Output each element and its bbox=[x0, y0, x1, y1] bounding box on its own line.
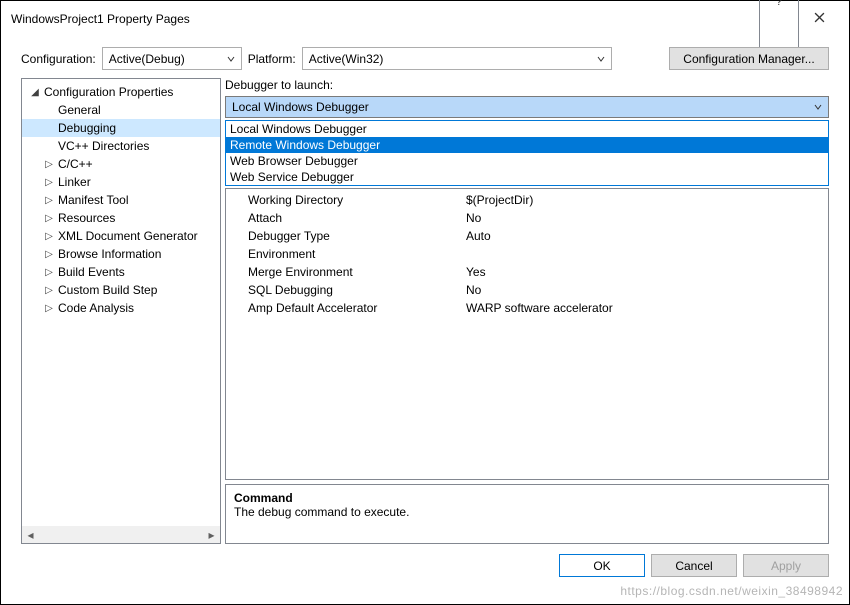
property-name: SQL Debugging bbox=[226, 283, 466, 297]
configuration-manager-button[interactable]: Configuration Manager... bbox=[669, 47, 829, 70]
tree-item[interactable]: ▷Manifest Tool bbox=[22, 191, 220, 209]
help-text: The debug command to execute. bbox=[234, 505, 820, 519]
expand-icon: ▷ bbox=[42, 213, 56, 224]
property-name: Amp Default Accelerator bbox=[226, 301, 466, 315]
titlebar: WindowsProject1 Property Pages ? bbox=[1, 1, 849, 37]
expand-icon: ▷ bbox=[42, 285, 56, 296]
tree-pane: ◢Configuration Properties▷General▷Debugg… bbox=[21, 78, 221, 544]
property-name: Working Directory bbox=[226, 193, 466, 207]
configuration-select[interactable]: Active(Debug) bbox=[102, 47, 242, 70]
tree-item[interactable]: ▷Code Analysis bbox=[22, 299, 220, 317]
tree-item[interactable]: ▷Build Events bbox=[22, 263, 220, 281]
watermark: https://blog.csdn.net/weixin_38498942 bbox=[620, 584, 843, 598]
property-value[interactable]: Yes bbox=[466, 265, 828, 279]
expand-icon: ▷ bbox=[42, 195, 56, 206]
property-value[interactable]: WARP software accelerator bbox=[466, 301, 828, 315]
property-row[interactable]: Working Directory$(ProjectDir) bbox=[226, 191, 828, 209]
apply-button[interactable]: Apply bbox=[743, 554, 829, 577]
tree-item[interactable]: ▷VC++ Directories bbox=[22, 137, 220, 155]
svg-text:?: ? bbox=[775, 0, 781, 7]
footer: OK Cancel Apply bbox=[1, 544, 849, 577]
window-title: WindowsProject1 Property Pages bbox=[11, 12, 759, 26]
property-row[interactable]: Merge EnvironmentYes bbox=[226, 263, 828, 281]
property-grid: Working Directory$(ProjectDir)AttachNoDe… bbox=[225, 188, 829, 480]
property-name: Attach bbox=[226, 211, 466, 225]
tree-item[interactable]: ▷Browse Information bbox=[22, 245, 220, 263]
close-icon[interactable] bbox=[799, 12, 839, 26]
chevron-down-icon bbox=[227, 52, 235, 66]
tree-root[interactable]: ◢Configuration Properties bbox=[22, 83, 220, 101]
config-row: Configuration: Active(Debug) Platform: A… bbox=[1, 37, 849, 78]
property-row[interactable]: SQL DebuggingNo bbox=[226, 281, 828, 299]
tree-item[interactable]: ▷Custom Build Step bbox=[22, 281, 220, 299]
property-name: Merge Environment bbox=[226, 265, 466, 279]
expand-icon: ▷ bbox=[42, 267, 56, 278]
tree-item[interactable]: ▷Resources bbox=[22, 209, 220, 227]
property-value[interactable]: No bbox=[466, 283, 828, 297]
tree-item[interactable]: ▷Debugging bbox=[22, 119, 220, 137]
property-value[interactable]: No bbox=[466, 211, 828, 225]
collapse-icon: ◢ bbox=[28, 87, 42, 98]
expand-icon: ▷ bbox=[42, 231, 56, 242]
property-row[interactable]: Amp Default AcceleratorWARP software acc… bbox=[226, 299, 828, 317]
cancel-button[interactable]: Cancel bbox=[651, 554, 737, 577]
dropdown-option[interactable]: Local Windows Debugger bbox=[226, 121, 828, 137]
platform-select[interactable]: Active(Win32) bbox=[302, 47, 612, 70]
tree-item[interactable]: ▷General bbox=[22, 101, 220, 119]
property-row[interactable]: Debugger TypeAuto bbox=[226, 227, 828, 245]
property-name: Environment bbox=[226, 247, 466, 261]
property-grid-body[interactable]: Working Directory$(ProjectDir)AttachNoDe… bbox=[226, 189, 828, 479]
property-value[interactable]: $(ProjectDir) bbox=[466, 193, 828, 207]
help-heading: Command bbox=[234, 491, 820, 505]
property-row[interactable]: Environment bbox=[226, 245, 828, 263]
scroll-left-icon[interactable]: ◂ bbox=[22, 526, 39, 543]
ok-button[interactable]: OK bbox=[559, 554, 645, 577]
right-pane: Debugger to launch: Local Windows Debugg… bbox=[225, 78, 829, 544]
tree-item[interactable]: ▷Linker bbox=[22, 173, 220, 191]
dropdown-option[interactable]: Web Browser Debugger bbox=[226, 153, 828, 169]
property-value[interactable]: Auto bbox=[466, 229, 828, 243]
debugger-launch-label: Debugger to launch: bbox=[225, 78, 829, 92]
expand-icon: ▷ bbox=[42, 303, 56, 314]
platform-label: Platform: bbox=[248, 52, 296, 66]
debugger-launch-combo[interactable]: Local Windows Debugger bbox=[225, 96, 829, 118]
help-icon[interactable]: ? bbox=[759, 0, 799, 49]
debugger-launch-value: Local Windows Debugger bbox=[232, 100, 369, 114]
chevron-down-icon bbox=[814, 100, 822, 114]
tree-item[interactable]: ▷C/C++ bbox=[22, 155, 220, 173]
horizontal-scrollbar[interactable]: ◂ ▸ bbox=[22, 526, 220, 543]
dropdown-option[interactable]: Remote Windows Debugger bbox=[226, 137, 828, 153]
expand-icon: ▷ bbox=[42, 249, 56, 260]
configuration-value: Active(Debug) bbox=[109, 52, 185, 66]
platform-value: Active(Win32) bbox=[309, 52, 384, 66]
tree-item[interactable]: ▷XML Document Generator bbox=[22, 227, 220, 245]
expand-icon: ▷ bbox=[42, 177, 56, 188]
expand-icon: ▷ bbox=[42, 159, 56, 170]
help-panel: Command The debug command to execute. bbox=[225, 484, 829, 544]
scroll-right-icon[interactable]: ▸ bbox=[203, 526, 220, 543]
chevron-down-icon bbox=[597, 52, 605, 66]
configuration-label: Configuration: bbox=[21, 52, 96, 66]
property-name: Debugger Type bbox=[226, 229, 466, 243]
content: ◢Configuration Properties▷General▷Debugg… bbox=[1, 78, 849, 544]
debugger-launch-dropdown[interactable]: Local Windows DebuggerRemote Windows Deb… bbox=[225, 120, 829, 186]
property-row[interactable]: AttachNo bbox=[226, 209, 828, 227]
dropdown-option[interactable]: Web Service Debugger bbox=[226, 169, 828, 185]
tree[interactable]: ◢Configuration Properties▷General▷Debugg… bbox=[22, 79, 220, 321]
